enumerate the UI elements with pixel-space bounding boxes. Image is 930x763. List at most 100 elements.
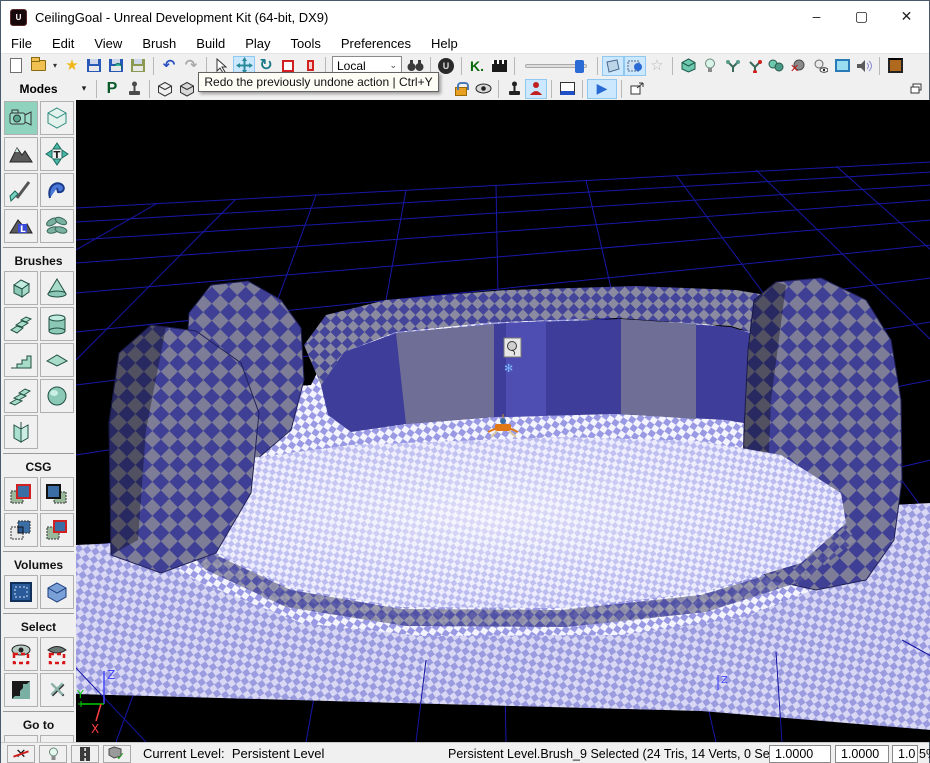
brush-sphere-button[interactable] xyxy=(40,379,74,413)
viewport-config-button[interactable] xyxy=(556,79,578,99)
brush-volumetric-button[interactable] xyxy=(4,415,38,449)
publish-level-button[interactable]: P xyxy=(101,79,123,99)
package-status-button[interactable]: ✓ xyxy=(103,745,131,763)
lighting-quality-button[interactable] xyxy=(39,745,67,763)
play-on-pc-button[interactable] xyxy=(123,79,145,99)
build-all-button[interactable] xyxy=(884,56,906,76)
drawscale-y-field[interactable]: 1.0000 xyxy=(835,745,889,763)
curved-stair-icon xyxy=(9,314,33,334)
toggle-sounds-button[interactable] xyxy=(853,56,875,76)
play-from-here-button[interactable] xyxy=(525,79,547,99)
play-level-button[interactable]: ▶ xyxy=(587,79,617,99)
translate-mode-button[interactable]: T xyxy=(40,137,74,171)
menu-build[interactable]: Build xyxy=(186,35,235,52)
open-kismet-button[interactable]: K. xyxy=(466,56,488,76)
textured-cube-button[interactable] xyxy=(176,79,198,99)
menu-play[interactable]: Play xyxy=(235,35,280,52)
camera-mode-button[interactable] xyxy=(4,101,38,135)
drawscale-x-field[interactable]: 1.0000 xyxy=(769,745,831,763)
brush-cube-button[interactable] xyxy=(4,271,38,305)
hide-selected-button[interactable] xyxy=(40,637,74,671)
perspective-viewport[interactable]: ✻ xyxy=(76,100,930,742)
menu-view[interactable]: View xyxy=(84,35,132,52)
save-all-button[interactable] xyxy=(105,56,127,76)
favorites-button[interactable]: ★ xyxy=(61,56,83,76)
favorite-browser-button[interactable]: ☆ xyxy=(646,56,668,76)
menu-bar: File Edit View Brush Build Play Tools Pr… xyxy=(1,33,929,53)
minimize-button[interactable]: – xyxy=(794,1,839,31)
modes-panel-header: Modes xyxy=(1,82,76,96)
brush-clip-mode-button[interactable] xyxy=(4,173,38,207)
csg-intersect-button[interactable] xyxy=(4,513,38,547)
camera-speed-slider[interactable] xyxy=(525,64,587,68)
open-map-button[interactable] xyxy=(27,56,49,76)
ut-logo-icon: U xyxy=(438,58,454,74)
new-map-button[interactable] xyxy=(5,56,27,76)
invert-selection-button[interactable] xyxy=(4,673,38,707)
goto-builder-brush-button[interactable] xyxy=(40,735,74,742)
undo-button[interactable]: ↶ xyxy=(158,56,180,76)
paths-button[interactable] xyxy=(71,745,99,763)
generic-browser-button[interactable] xyxy=(624,56,646,76)
kismet-icon: K. xyxy=(470,58,484,74)
drawscale-z-field[interactable]: 1.0 xyxy=(892,745,918,763)
goto-actor-button[interactable] xyxy=(4,735,38,742)
save-modified-icon xyxy=(131,59,145,72)
socket-snapping-button[interactable] xyxy=(721,56,743,76)
menu-preferences[interactable]: Preferences xyxy=(331,35,421,52)
geometry-mode-button-side[interactable] xyxy=(40,101,74,135)
maximize-button[interactable]: ▢ xyxy=(839,1,884,31)
brush-sheet-button[interactable] xyxy=(40,343,74,377)
show-selected-button[interactable] xyxy=(4,637,38,671)
menu-brush[interactable]: Brush xyxy=(132,35,186,52)
camera-icon xyxy=(9,108,33,128)
close-button[interactable]: ✕ xyxy=(884,1,929,31)
dock-toolbar-button[interactable] xyxy=(905,79,927,99)
deselect-all-button[interactable]: ✕ xyxy=(40,673,74,707)
menu-help[interactable]: Help xyxy=(421,35,468,52)
brush-spiral-stair-button[interactable] xyxy=(4,379,38,413)
geometry-mode-button[interactable] xyxy=(677,56,699,76)
open-recent-dropdown[interactable]: ▾ xyxy=(49,56,61,76)
csg-add-button[interactable] xyxy=(4,477,38,511)
title-bar[interactable]: U CeilingGoal - Unreal Development Kit (… xyxy=(1,1,929,33)
current-level-value: Persistent Level xyxy=(232,746,325,761)
add-volume-button[interactable] xyxy=(4,575,38,609)
lighting-only-button[interactable] xyxy=(809,56,831,76)
open-folder-icon xyxy=(31,60,46,71)
play-in-editor-button[interactable] xyxy=(503,79,525,99)
lock-level-button[interactable] xyxy=(450,79,472,99)
clear-selection-button[interactable]: ✕ xyxy=(7,745,35,763)
modes-dropdown[interactable]: ▾ xyxy=(76,79,92,99)
visibility-button[interactable] xyxy=(472,79,494,99)
socket-names-button[interactable] xyxy=(743,56,765,76)
csg-deintersect-button[interactable] xyxy=(40,513,74,547)
open-matinee-button[interactable] xyxy=(488,56,510,76)
brush-polys-button[interactable] xyxy=(154,79,176,99)
landscape-mode-button[interactable]: L xyxy=(4,209,38,243)
hide-actors-button[interactable]: ✕ xyxy=(787,56,809,76)
menu-file[interactable]: File xyxy=(1,35,42,52)
brush-cone-button[interactable] xyxy=(40,271,74,305)
invert-selection-icon xyxy=(10,679,32,701)
group-actors-button[interactable] xyxy=(765,56,787,76)
csg-subtract-button[interactable] xyxy=(40,477,74,511)
save-modified-button[interactable] xyxy=(127,56,149,76)
menu-tools[interactable]: Tools xyxy=(281,35,331,52)
brush-curved-stair-button[interactable] xyxy=(4,307,38,341)
save-button[interactable] xyxy=(83,56,105,76)
toggle-lights-button[interactable] xyxy=(699,56,721,76)
static-mesh-mode-button[interactable] xyxy=(40,173,74,207)
content-browser-button[interactable] xyxy=(602,56,624,76)
detach-viewport-button[interactable] xyxy=(626,79,648,99)
scale-nonuniform-icon xyxy=(307,60,314,71)
brush-cylinder-button[interactable] xyxy=(40,307,74,341)
viewport-canvas[interactable]: ✻ xyxy=(76,100,930,742)
slider-thumb[interactable] xyxy=(575,60,584,73)
terrain-mode-button[interactable] xyxy=(4,137,38,171)
volume-cube-button[interactable] xyxy=(40,575,74,609)
menu-edit[interactable]: Edit xyxy=(42,35,84,52)
foliage-mode-button[interactable] xyxy=(40,209,74,243)
brush-wireframe-button[interactable] xyxy=(831,56,853,76)
brush-linear-stair-button[interactable] xyxy=(4,343,38,377)
